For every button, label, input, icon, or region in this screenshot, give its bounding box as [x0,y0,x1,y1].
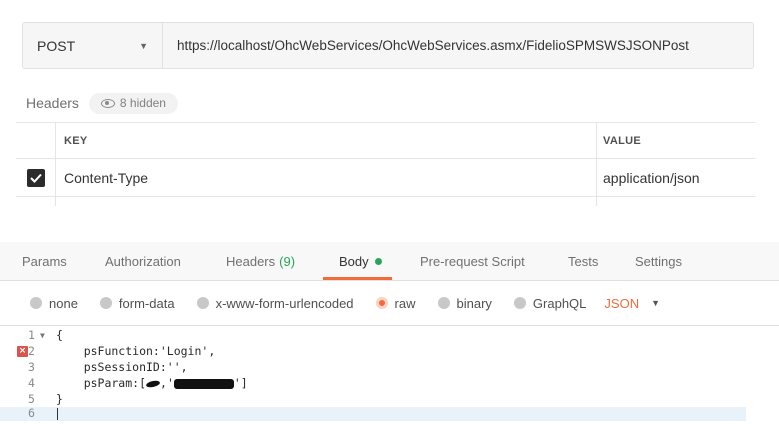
code-text: psParam:[,' '] [56,376,248,390]
chevron-down-icon: ▼ [139,40,148,51]
body-type-selector: none form-data x-www-form-urlencoded raw… [30,292,660,314]
table-header-row: KEY VALUE [16,122,755,159]
radio-graphql[interactable]: GraphQL [513,296,586,311]
radio-icon [437,297,450,309]
hidden-headers-toggle[interactable]: 8 hidden [88,92,178,114]
line-number: 6 [28,406,35,420]
header-enabled-checkbox[interactable] [26,168,45,187]
radio-icon [30,297,42,309]
header-value-cell[interactable]: application/json [597,159,755,196]
headers-title: Headers [26,95,79,111]
tab-pre-request-script[interactable]: Pre-request Script [420,242,525,281]
headers-heading: Headers 8 hidden [26,92,178,114]
editor-line: 3 psSessionID:'', [0,361,779,374]
table-row-empty [16,197,755,206]
tab-params[interactable]: Params [22,242,67,281]
tab-headers[interactable]: Headers (9) [226,242,295,281]
code-text: } [56,392,63,406]
eye-icon [100,98,115,108]
editor-line: 1 ▼ { [0,329,779,342]
format-select[interactable]: JSON ▼ [604,296,660,311]
editor-line: 4 psParam:[,' '] [0,377,779,390]
text-cursor [57,408,58,420]
method-select[interactable]: POST ▼ [23,23,163,68]
error-icon[interactable]: × [17,346,28,357]
radio-icon [99,297,112,309]
editor-line: × 2 psFunction:'Login', [0,345,779,358]
checkmark-icon [29,173,42,183]
header-key-cell[interactable]: Content-Type [56,159,597,196]
radio-x-www-form-urlencoded[interactable]: x-www-form-urlencoded [196,296,354,311]
radio-icon [513,297,526,309]
radio-raw[interactable]: raw [375,296,416,311]
table-row: Content-Type application/json [16,159,755,197]
code-text: { [56,328,63,342]
format-label: JSON [604,295,640,311]
code-editor[interactable]: 1 ▼ { × 2 psFunction:'Login', 3 psSessio… [0,325,779,430]
tab-settings[interactable]: Settings [635,242,682,281]
chevron-down-icon: ▼ [651,298,660,308]
radio-binary[interactable]: binary [437,296,492,311]
code-text: psSessionID:'', [56,360,188,374]
line-number: 3 [28,360,35,374]
method-label: POST [37,37,76,54]
redacted-value [173,378,234,389]
line-number: 4 [28,376,35,390]
line-number: 2 [28,344,35,358]
column-header-key: KEY [56,123,597,158]
tab-tests[interactable]: Tests [568,242,598,281]
active-tab-indicator [323,277,392,280]
url-input[interactable]: https://localhost/OhcWebServices/OhcWebS… [163,38,689,53]
radio-none[interactable]: none [30,296,78,311]
line-number: 5 [28,392,35,406]
headers-count: (9) [279,254,296,269]
column-header-value: VALUE [603,134,641,147]
request-bar: POST ▼ https://localhost/OhcWebServices/… [22,22,754,69]
fold-arrow-icon[interactable]: ▼ [40,329,45,342]
hidden-headers-label: 8 hidden [119,96,166,110]
radio-form-data[interactable]: form-data [99,296,175,311]
tab-body[interactable]: Body [339,242,382,281]
radio-icon [196,297,209,309]
code-text: psFunction:'Login', [56,344,216,358]
editor-line: 5 } [0,393,779,406]
redacted-value [145,379,161,388]
headers-table: KEY VALUE Content-Type application/json [16,122,755,206]
status-dot-icon [374,258,382,265]
tab-authorization[interactable]: Authorization [105,242,181,281]
editor-line-current: 6 [0,407,746,421]
radio-selected-icon [375,297,388,309]
